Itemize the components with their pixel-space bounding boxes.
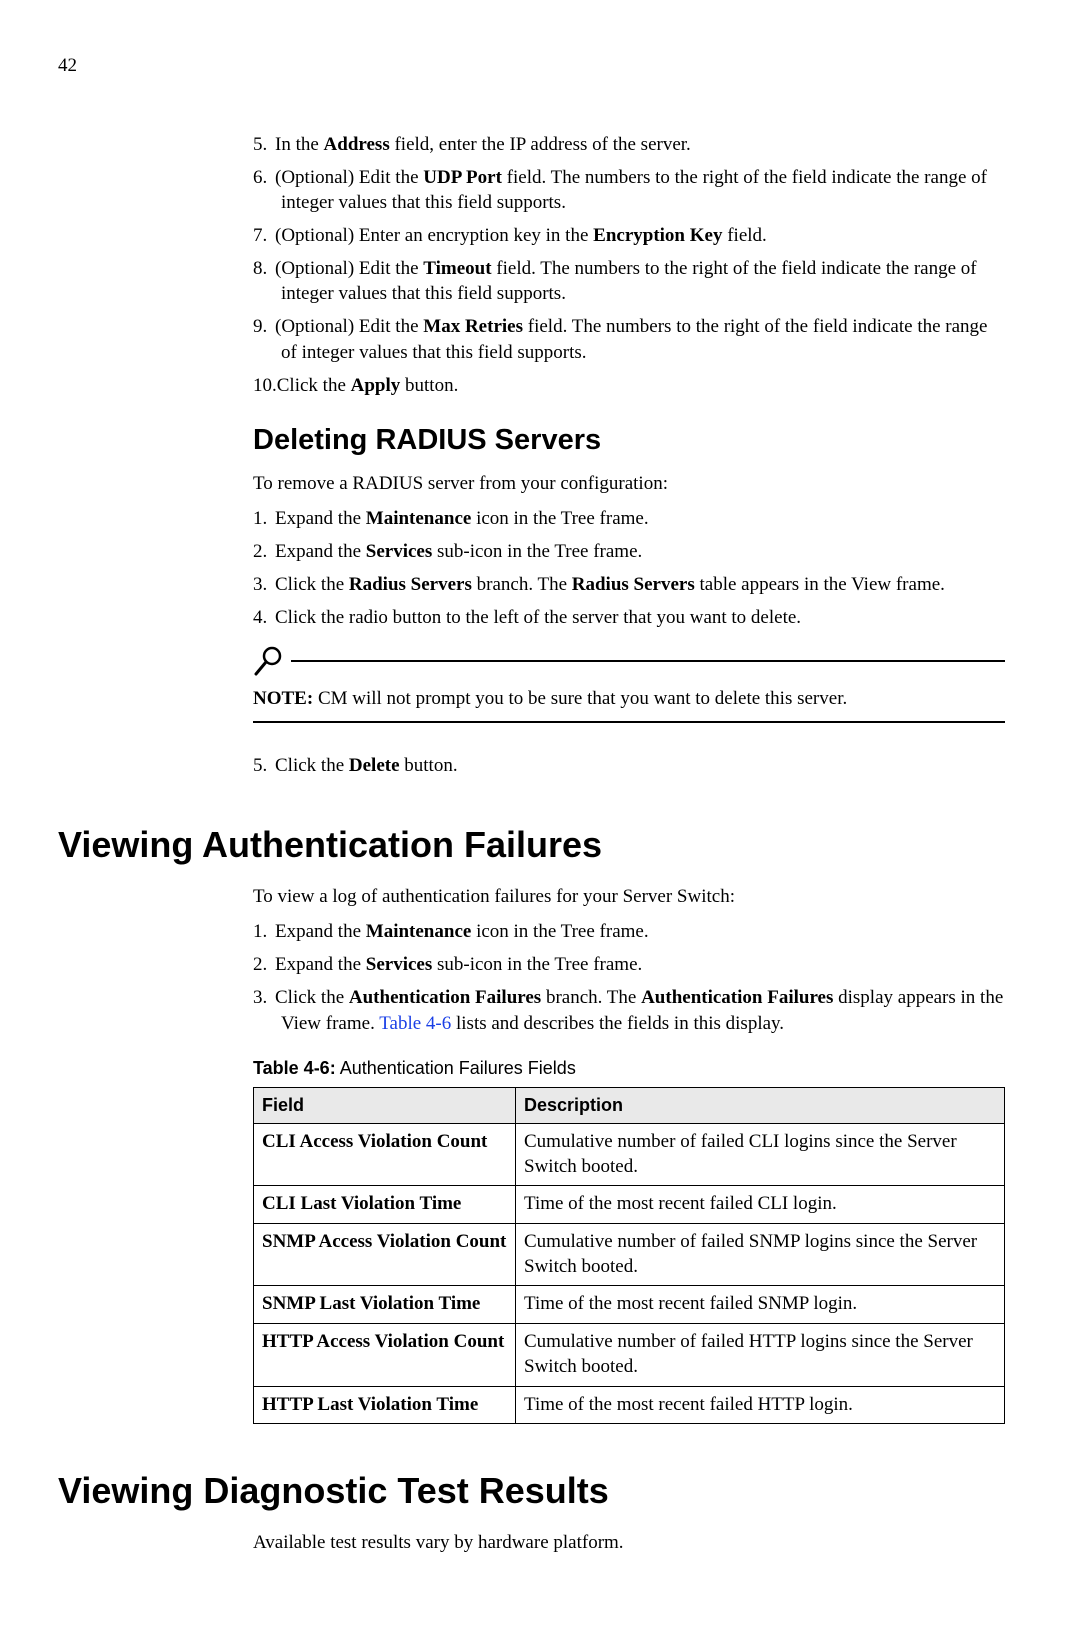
heading-diag-results: Viewing Diagnostic Test Results (58, 1470, 1005, 1512)
table-row: SNMP Last Violation TimeTime of the most… (254, 1286, 1005, 1324)
steps-auth: 1.Expand the Maintenance icon in the Tre… (253, 919, 1005, 1035)
note-text: NOTE: CM will not prompt you to be sure … (253, 686, 1005, 711)
steps-delete-a: 1.Expand the Maintenance icon in the Tre… (253, 506, 1005, 630)
table-header-field: Field (254, 1087, 516, 1123)
list-item: 5.Click the Delete button. (253, 753, 1005, 778)
table-xref-link[interactable]: Table 4-6 (379, 1013, 451, 1034)
list-item: 1.Expand the Maintenance icon in the Tre… (253, 506, 1005, 531)
table-row: CLI Access Violation CountCumulative num… (254, 1124, 1005, 1186)
list-item: 4.Click the radio button to the left of … (253, 605, 1005, 630)
list-item: 2.Expand the Services sub-icon in the Tr… (253, 539, 1005, 564)
heading-deleting-radius: Deleting RADIUS Servers (253, 424, 1005, 457)
table-caption: Table 4-6: Authentication Failures Field… (253, 1058, 1005, 1079)
note-rule-top (253, 644, 1005, 678)
table-header-desc: Description (516, 1087, 1005, 1123)
list-item: 3.Click the Authentication Failures bran… (253, 985, 1005, 1035)
content-column: To view a log of authentication failures… (253, 884, 1005, 1424)
table-row: CLI Last Violation TimeTime of the most … (254, 1186, 1005, 1224)
list-item: 10.Click the Apply button. (253, 373, 1005, 398)
note-box: NOTE: CM will not prompt you to be sure … (253, 644, 1005, 723)
auth-failures-table: Field Description CLI Access Violation C… (253, 1087, 1005, 1425)
intro-text: Available test results vary by hardware … (253, 1530, 1005, 1555)
table-row: HTTP Last Violation TimeTime of the most… (254, 1386, 1005, 1424)
table-row: HTTP Access Violation CountCumulative nu… (254, 1324, 1005, 1386)
list-item: 3.Click the Radius Servers branch. The R… (253, 572, 1005, 597)
steps-top: 5.In the Address field, enter the IP add… (253, 132, 1005, 398)
list-item: 9.(Optional) Edit the Max Retries field.… (253, 314, 1005, 364)
list-item: 8.(Optional) Edit the Timeout field. The… (253, 256, 1005, 306)
list-item: 6.(Optional) Edit the UDP Port field. Th… (253, 165, 1005, 215)
heading-auth-failures: Viewing Authentication Failures (58, 824, 1005, 866)
content-column: 5.In the Address field, enter the IP add… (253, 132, 1005, 778)
content-column: Available test results vary by hardware … (253, 1530, 1005, 1555)
list-item: 1.Expand the Maintenance icon in the Tre… (253, 919, 1005, 944)
note-line (291, 660, 1005, 662)
magnifier-icon (253, 644, 287, 678)
page-number: 42 (58, 55, 1005, 77)
intro-text: To view a log of authentication failures… (253, 884, 1005, 909)
steps-delete-b: 5.Click the Delete button. (253, 753, 1005, 778)
list-item: 7.(Optional) Enter an encryption key in … (253, 223, 1005, 248)
note-rule-bottom (253, 721, 1005, 723)
table-row: SNMP Access Violation CountCumulative nu… (254, 1224, 1005, 1286)
list-item: 2.Expand the Services sub-icon in the Tr… (253, 952, 1005, 977)
list-item: 5.In the Address field, enter the IP add… (253, 132, 1005, 157)
intro-text: To remove a RADIUS server from your conf… (253, 471, 1005, 496)
page: 42 5.In the Address field, enter the IP … (0, 0, 1080, 1625)
